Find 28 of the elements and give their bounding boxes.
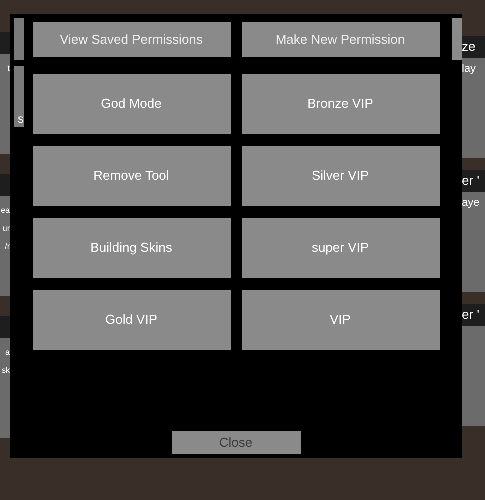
close-button[interactable]: Close bbox=[172, 431, 300, 454]
panel-header: er ' bbox=[462, 170, 485, 192]
panel-text: /r bbox=[5, 241, 10, 253]
menu-button[interactable]: View Saved Permissions bbox=[32, 22, 230, 57]
permission-button[interactable]: God Mode bbox=[32, 74, 230, 134]
panel-text: sk bbox=[2, 365, 10, 377]
panel-text: t bbox=[8, 63, 10, 75]
panel-header bbox=[0, 316, 10, 338]
permission-button[interactable]: Building Skins bbox=[32, 218, 230, 278]
scrollbar-thumb[interactable] bbox=[452, 18, 462, 60]
panel-text: lay bbox=[462, 62, 478, 76]
panel-text: ea bbox=[1, 205, 10, 217]
permission-button[interactable]: Bronze VIP bbox=[242, 74, 440, 134]
permission-button[interactable]: Silver VIP bbox=[242, 146, 440, 206]
panel-text: a bbox=[6, 347, 10, 359]
side-bar bbox=[14, 18, 24, 60]
panel-header bbox=[0, 32, 10, 54]
side-label: s bbox=[18, 113, 24, 127]
permission-button[interactable]: VIP bbox=[242, 290, 440, 350]
permission-button[interactable]: Remove Tool bbox=[32, 146, 230, 206]
permission-button[interactable]: super VIP bbox=[242, 218, 440, 278]
panel-text: aye bbox=[462, 196, 481, 210]
panel-text: ur bbox=[2, 223, 10, 235]
panel-header: er ' bbox=[462, 304, 485, 326]
panel-header: ze bbox=[462, 36, 485, 58]
panel-header bbox=[0, 174, 10, 196]
menu-button[interactable]: Make New Permission bbox=[242, 22, 440, 57]
permission-button[interactable]: Gold VIP bbox=[32, 290, 230, 350]
